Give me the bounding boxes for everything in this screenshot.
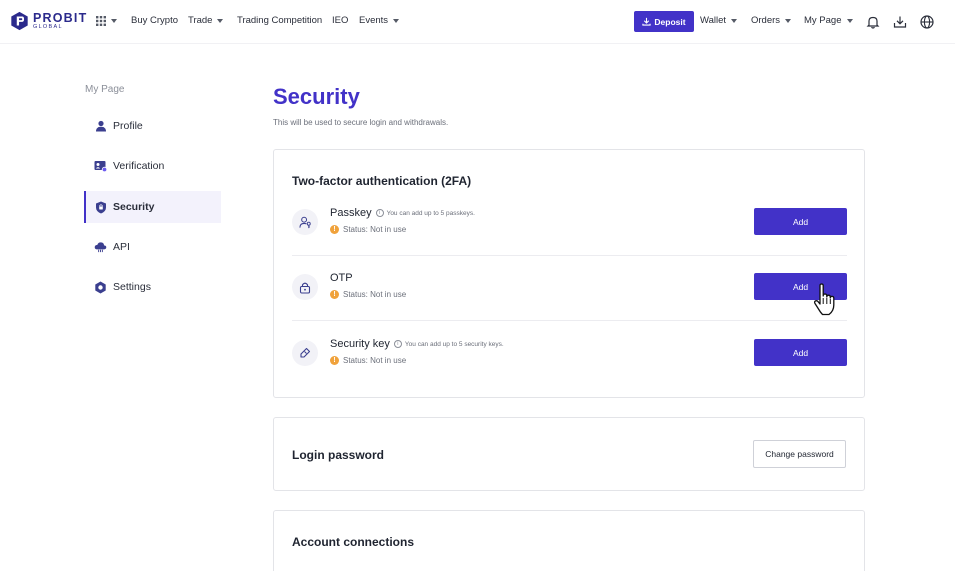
nav-events[interactable]: Events bbox=[359, 15, 400, 26]
passkey-status: ! Status: Not in use bbox=[330, 225, 406, 234]
sidebar-item-api[interactable]: API bbox=[84, 231, 221, 263]
nav-my-page-label: My Page bbox=[804, 15, 842, 26]
passkey-label: Passkey bbox=[330, 207, 372, 219]
nav-orders-label: Orders bbox=[751, 15, 781, 26]
sidebar-item-label: Verification bbox=[113, 160, 165, 172]
page-subtitle: This will be used to secure login and wi… bbox=[273, 118, 449, 127]
shield-icon bbox=[94, 201, 107, 214]
passkey-note-text: You can add up to 5 passkeys. bbox=[386, 209, 475, 217]
security-key-name: Security key i You can add up to 5 secur… bbox=[330, 338, 504, 350]
id-card-icon bbox=[94, 160, 107, 173]
cloud-icon bbox=[94, 241, 107, 254]
download-icon[interactable] bbox=[892, 14, 908, 30]
bell-icon[interactable] bbox=[865, 14, 881, 30]
sidebar-item-settings[interactable]: Settings bbox=[84, 271, 221, 303]
passkey-name: Passkey i You can add up to 5 passkeys. bbox=[330, 207, 475, 219]
security-key-note: i You can add up to 5 security keys. bbox=[393, 340, 504, 348]
info-icon: i bbox=[375, 209, 384, 217]
security-key-row: Security key i You can add up to 5 secur… bbox=[292, 327, 847, 387]
brand-sub: GLOBAL bbox=[33, 24, 63, 30]
nav-buy-crypto[interactable]: Buy Crypto bbox=[131, 15, 178, 26]
add-security-key-button[interactable]: Add bbox=[754, 339, 847, 366]
otp-label: OTP bbox=[330, 272, 353, 284]
login-password-card: Login password Change password bbox=[273, 417, 865, 491]
account-connections-card: Account connections bbox=[273, 510, 865, 571]
chevron-down-icon bbox=[731, 18, 738, 23]
warning-icon: ! bbox=[330, 290, 339, 299]
chevron-down-icon bbox=[846, 18, 853, 23]
warning-icon: ! bbox=[330, 225, 339, 234]
brand-name: PROBIT bbox=[33, 10, 88, 25]
top-navigation: PROBIT GLOBAL Buy Crypto Trade Trading C… bbox=[0, 0, 955, 44]
deposit-button[interactable]: Deposit bbox=[634, 11, 694, 32]
deposit-label: Deposit bbox=[654, 16, 686, 27]
gear-icon bbox=[94, 281, 107, 294]
sidebar-item-label: Settings bbox=[113, 281, 151, 293]
account-connections-title: Account connections bbox=[292, 535, 415, 549]
download-icon bbox=[642, 17, 652, 26]
security-key-status: ! Status: Not in use bbox=[330, 356, 406, 365]
user-icon bbox=[94, 120, 107, 133]
chevron-down-icon bbox=[111, 19, 117, 23]
info-icon: i bbox=[393, 340, 402, 348]
security-key-status-text: Status: Not in use bbox=[343, 356, 407, 365]
otp-status: ! Status: Not in use bbox=[330, 290, 406, 299]
chevron-down-icon bbox=[217, 18, 224, 23]
warning-icon: ! bbox=[330, 356, 339, 365]
security-key-note-text: You can add up to 5 security keys. bbox=[404, 340, 504, 348]
sidebar-item-verification[interactable]: Verification bbox=[84, 150, 221, 182]
sidebar-item-security[interactable]: Security bbox=[84, 191, 221, 223]
sidebar-title: My Page bbox=[85, 84, 125, 95]
probit-logo[interactable]: PROBIT GLOBAL bbox=[10, 11, 87, 31]
otp-row: OTP ! Status: Not in use Add bbox=[292, 261, 847, 321]
passkey-icon bbox=[292, 209, 318, 235]
probit-logo-icon bbox=[11, 11, 28, 31]
sidebar-item-label: Security bbox=[113, 201, 155, 213]
nav-wallet[interactable]: Wallet bbox=[700, 15, 738, 26]
nav-ieo[interactable]: IEO bbox=[332, 15, 348, 26]
sidebar-item-profile[interactable]: Profile bbox=[84, 110, 221, 142]
passkey-status-text: Status: Not in use bbox=[343, 225, 407, 234]
otp-name: OTP bbox=[330, 272, 353, 284]
nav-trade[interactable]: Trade bbox=[188, 15, 224, 26]
twofa-title: Two-factor authentication (2FA) bbox=[292, 174, 472, 188]
nav-wallet-label: Wallet bbox=[700, 15, 727, 26]
add-otp-button[interactable]: Add bbox=[754, 273, 847, 300]
passkey-note: i You can add up to 5 passkeys. bbox=[375, 209, 475, 217]
globe-icon[interactable] bbox=[919, 14, 935, 30]
key-icon bbox=[292, 340, 318, 366]
apps-menu[interactable] bbox=[96, 16, 117, 26]
nav-orders[interactable]: Orders bbox=[751, 15, 792, 26]
nav-my-page[interactable]: My Page bbox=[804, 15, 853, 26]
nav-trade-label: Trade bbox=[188, 15, 213, 26]
sidebar-item-label: API bbox=[113, 241, 130, 253]
nav-trading-competition[interactable]: Trading Competition bbox=[237, 15, 322, 26]
twofa-card: Two-factor authentication (2FA) Passkey … bbox=[273, 149, 865, 398]
otp-status-text: Status: Not in use bbox=[343, 290, 407, 299]
change-password-button[interactable]: Change password bbox=[753, 440, 846, 468]
add-passkey-button[interactable]: Add bbox=[754, 208, 847, 235]
page-title: Security bbox=[273, 84, 360, 109]
lock-icon bbox=[292, 274, 318, 300]
chevron-down-icon bbox=[393, 18, 400, 23]
sidebar-item-label: Profile bbox=[113, 120, 143, 132]
nav-events-label: Events bbox=[359, 15, 389, 26]
apps-grid-icon bbox=[96, 16, 106, 26]
chevron-down-icon bbox=[785, 18, 792, 23]
login-password-title: Login password bbox=[292, 448, 385, 462]
passkey-row: Passkey i You can add up to 5 passkeys. … bbox=[292, 196, 847, 256]
security-key-label: Security key bbox=[330, 338, 390, 350]
